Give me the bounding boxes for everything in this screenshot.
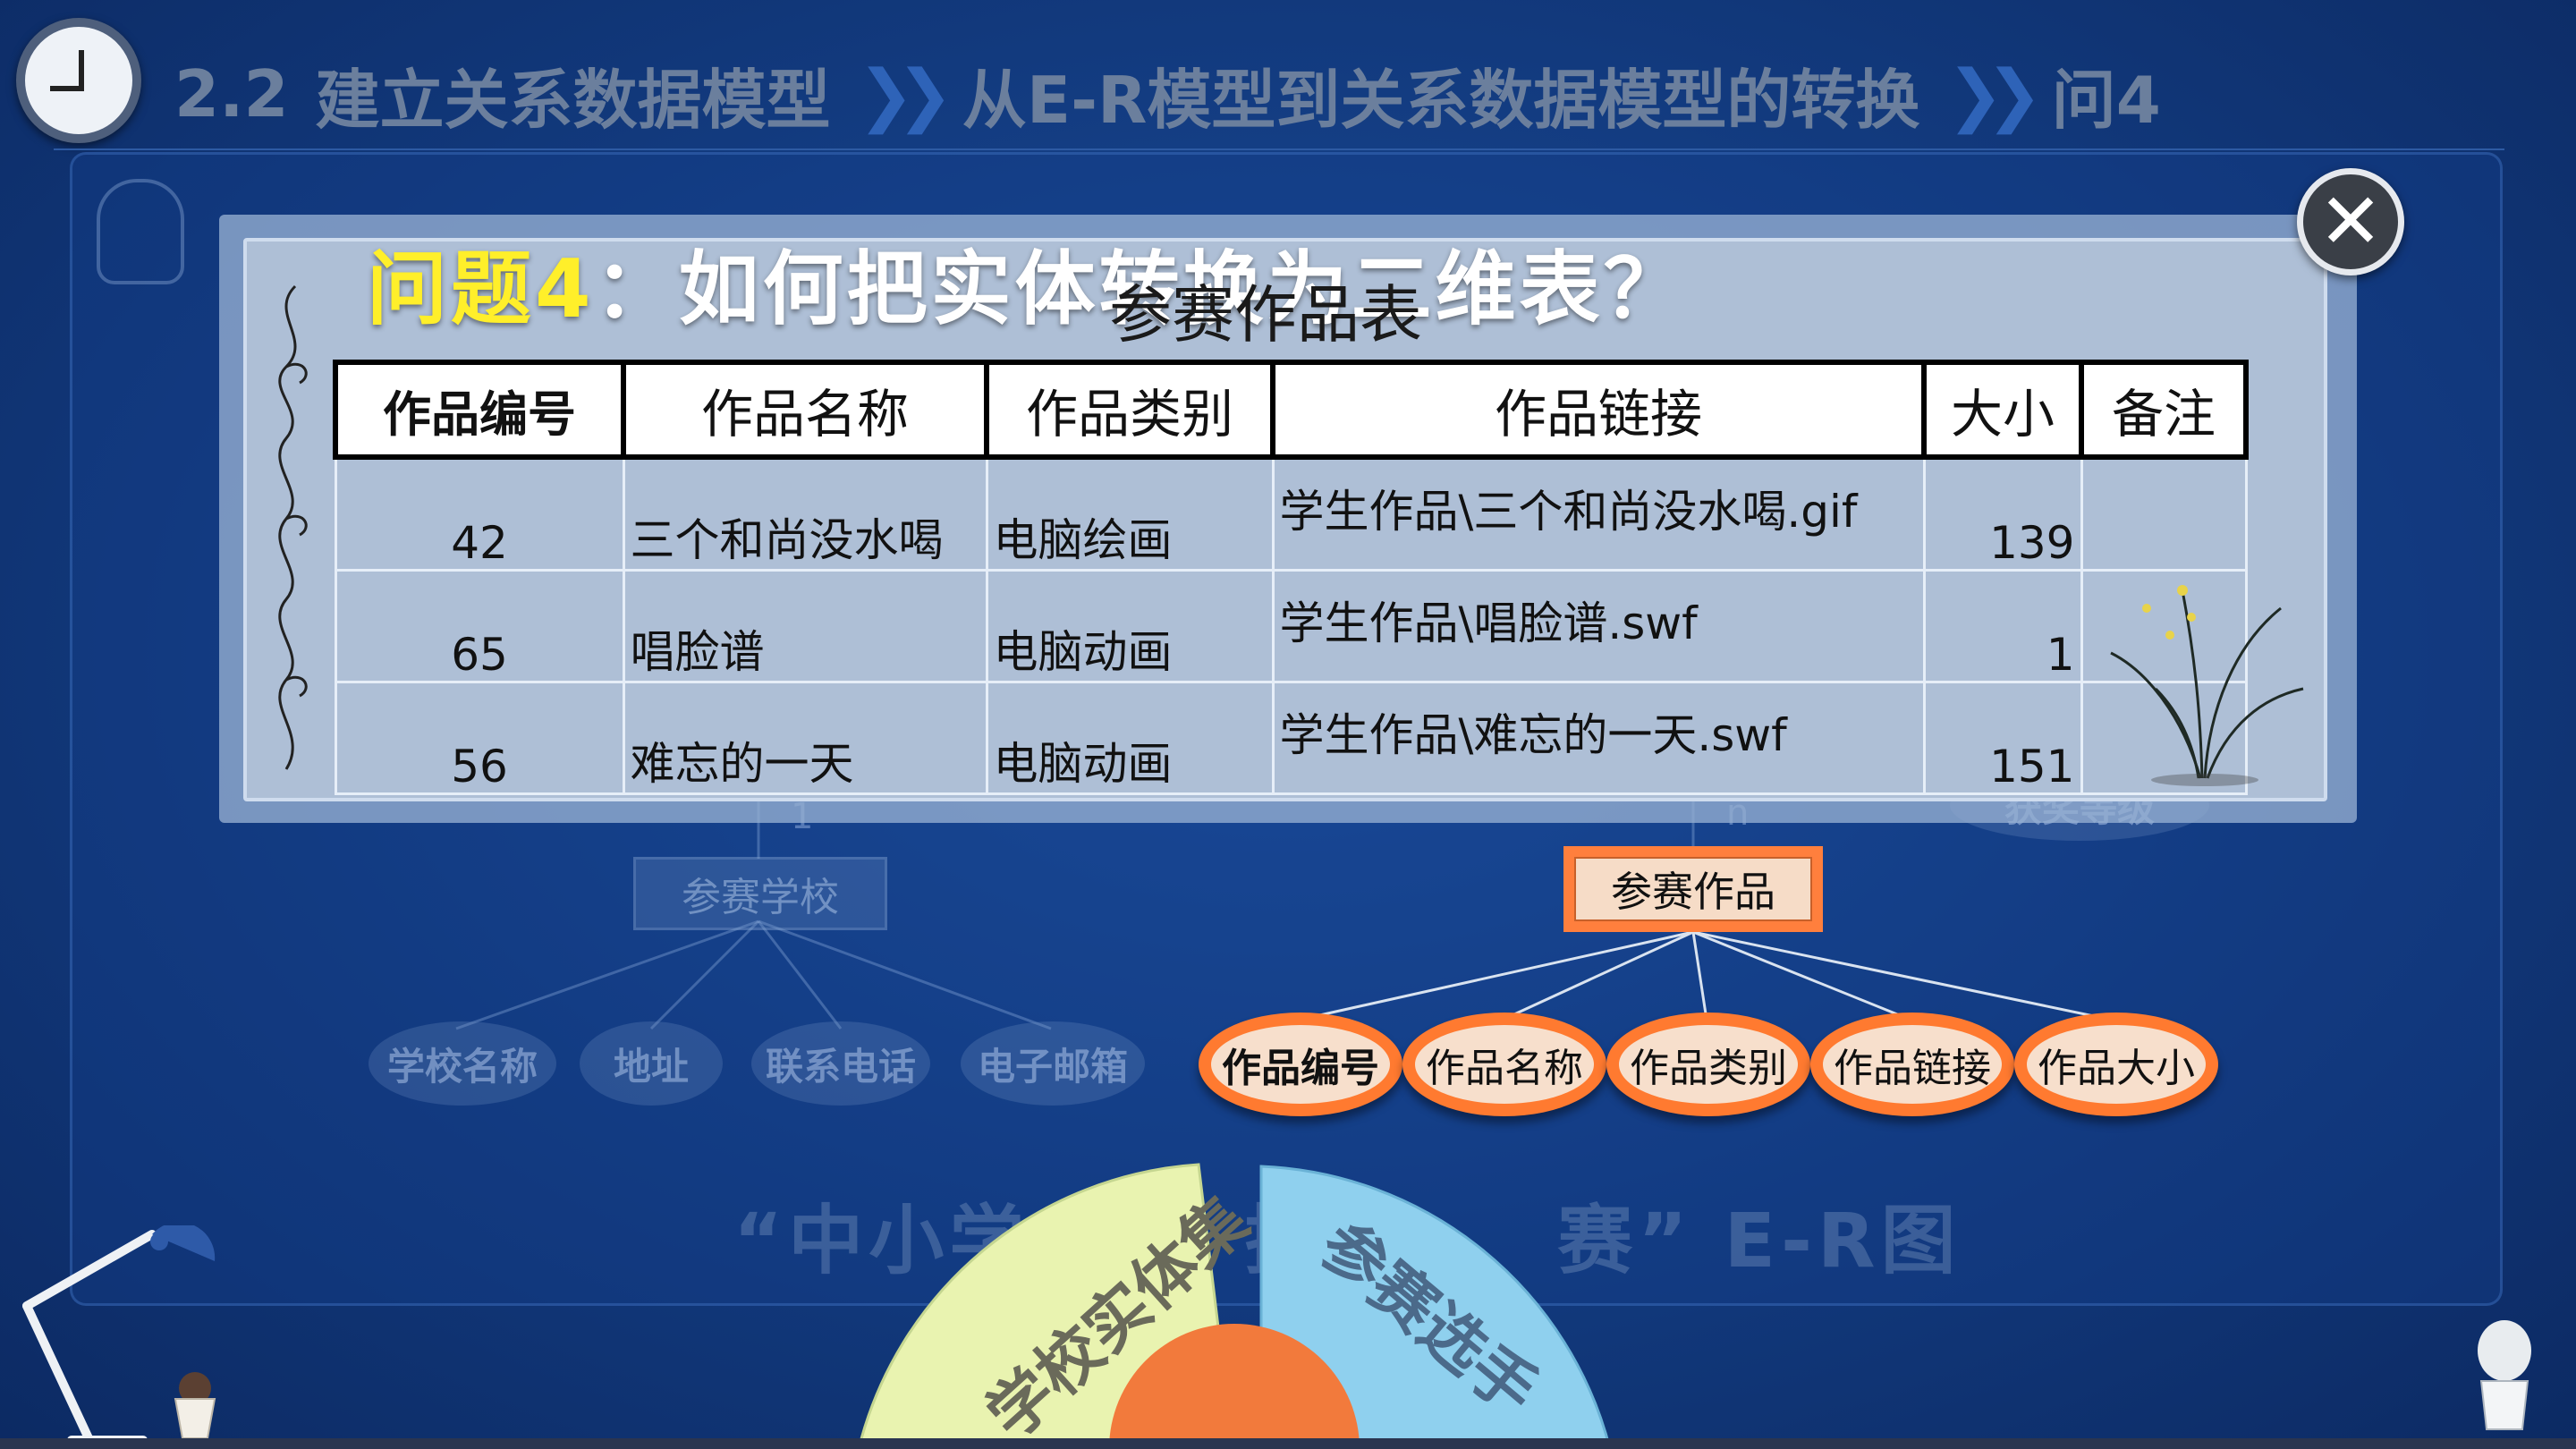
cell-link[interactable]: 学生作品\唱脸谱.swf: [1271, 570, 1926, 683]
column-header: 大小: [1921, 360, 2084, 460]
attr-school-name: 学校名称: [369, 1021, 556, 1106]
cell-link[interactable]: 学生作品\难忘的一天.swf: [1271, 682, 1926, 795]
attr-work-id[interactable]: 作品编号: [1199, 1013, 1402, 1116]
attr-label: 作品名称: [1415, 1025, 1594, 1104]
cell-name: 难忘的一天: [622, 682, 988, 795]
cell-category: 电脑动画: [985, 682, 1275, 795]
orchid-decoration-icon: [2110, 585, 2304, 786]
column-header: 作品编号: [333, 360, 626, 460]
attr-label: 作品编号: [1211, 1025, 1390, 1104]
entity-work-label: 参赛作品: [1574, 857, 1812, 921]
attr-label: 作品类别: [1619, 1025, 1798, 1104]
desk-surface: [0, 1438, 2576, 1449]
relation-table: 作品编号 作品名称 作品类别 作品链接 大小 备注 42 三个和尚没水喝 电脑绘…: [333, 360, 2249, 795]
entity-work[interactable]: 参赛作品: [1563, 846, 1823, 932]
attr-email: 电子邮箱: [961, 1021, 1145, 1106]
attr-label: 作品大小: [2027, 1025, 2206, 1104]
attr-address: 地址: [580, 1021, 723, 1106]
table-row: 42 三个和尚没水喝 电脑绘画 学生作品\三个和尚没水喝.gif 139: [334, 457, 2248, 572]
table-title: 参赛作品表: [1109, 278, 1422, 352]
cell-note: [2080, 457, 2248, 572]
column-header: 作品链接: [1270, 360, 1927, 460]
cell-category: 电脑绘画: [985, 457, 1275, 572]
attr-work-category[interactable]: 作品类别: [1606, 1013, 1810, 1116]
table-row: 65 唱脸谱 电脑动画 学生作品\唱脸谱.swf 1: [334, 570, 2248, 683]
cell-link[interactable]: 学生作品\三个和尚没水喝.gif: [1271, 457, 1926, 572]
question-heading: 问题4：如何把实体转换为二维表？: [367, 224, 1688, 340]
cell-name: 三个和尚没水喝: [622, 457, 988, 572]
cell-size: 151: [1922, 682, 2083, 795]
table-row: 56 难忘的一天 电脑动画 学生作品\难忘的一天.swf 151: [334, 682, 2248, 795]
column-header: 作品类别: [984, 360, 1275, 460]
cell-name: 唱脸谱: [622, 570, 988, 683]
cell-size: 1: [1922, 570, 2083, 683]
cell-id: 42: [334, 457, 625, 572]
cupcake-icon: [174, 1372, 216, 1439]
attr-work-name[interactable]: 作品名称: [1402, 1013, 1606, 1116]
close-icon: ✕: [2318, 177, 2384, 267]
attr-work-size[interactable]: 作品大小: [2014, 1013, 2218, 1116]
swirl-ornament-icon: [278, 284, 308, 770]
attr-label: 作品链接: [1823, 1025, 2002, 1104]
cell-size: 139: [1922, 457, 2083, 572]
cactus-pot-icon: [2478, 1320, 2531, 1430]
category-fan[interactable]: 学校实体集 参赛选手: [841, 1154, 1628, 1449]
attr-phone: 联系电话: [751, 1021, 930, 1106]
attr-work-link[interactable]: 作品链接: [1810, 1013, 2014, 1116]
cell-id: 65: [334, 570, 625, 683]
cell-category: 电脑动画: [985, 570, 1275, 683]
close-button[interactable]: ✕: [2297, 168, 2404, 275]
column-header: 作品名称: [621, 360, 989, 460]
entity-school: 参赛学校: [633, 857, 887, 930]
question-number: 问题4: [367, 242, 595, 336]
cell-id: 56: [334, 682, 625, 795]
column-header: 备注: [2079, 360, 2249, 460]
table-header-row: 作品编号 作品名称 作品类别 作品链接 大小 备注: [333, 360, 2249, 460]
